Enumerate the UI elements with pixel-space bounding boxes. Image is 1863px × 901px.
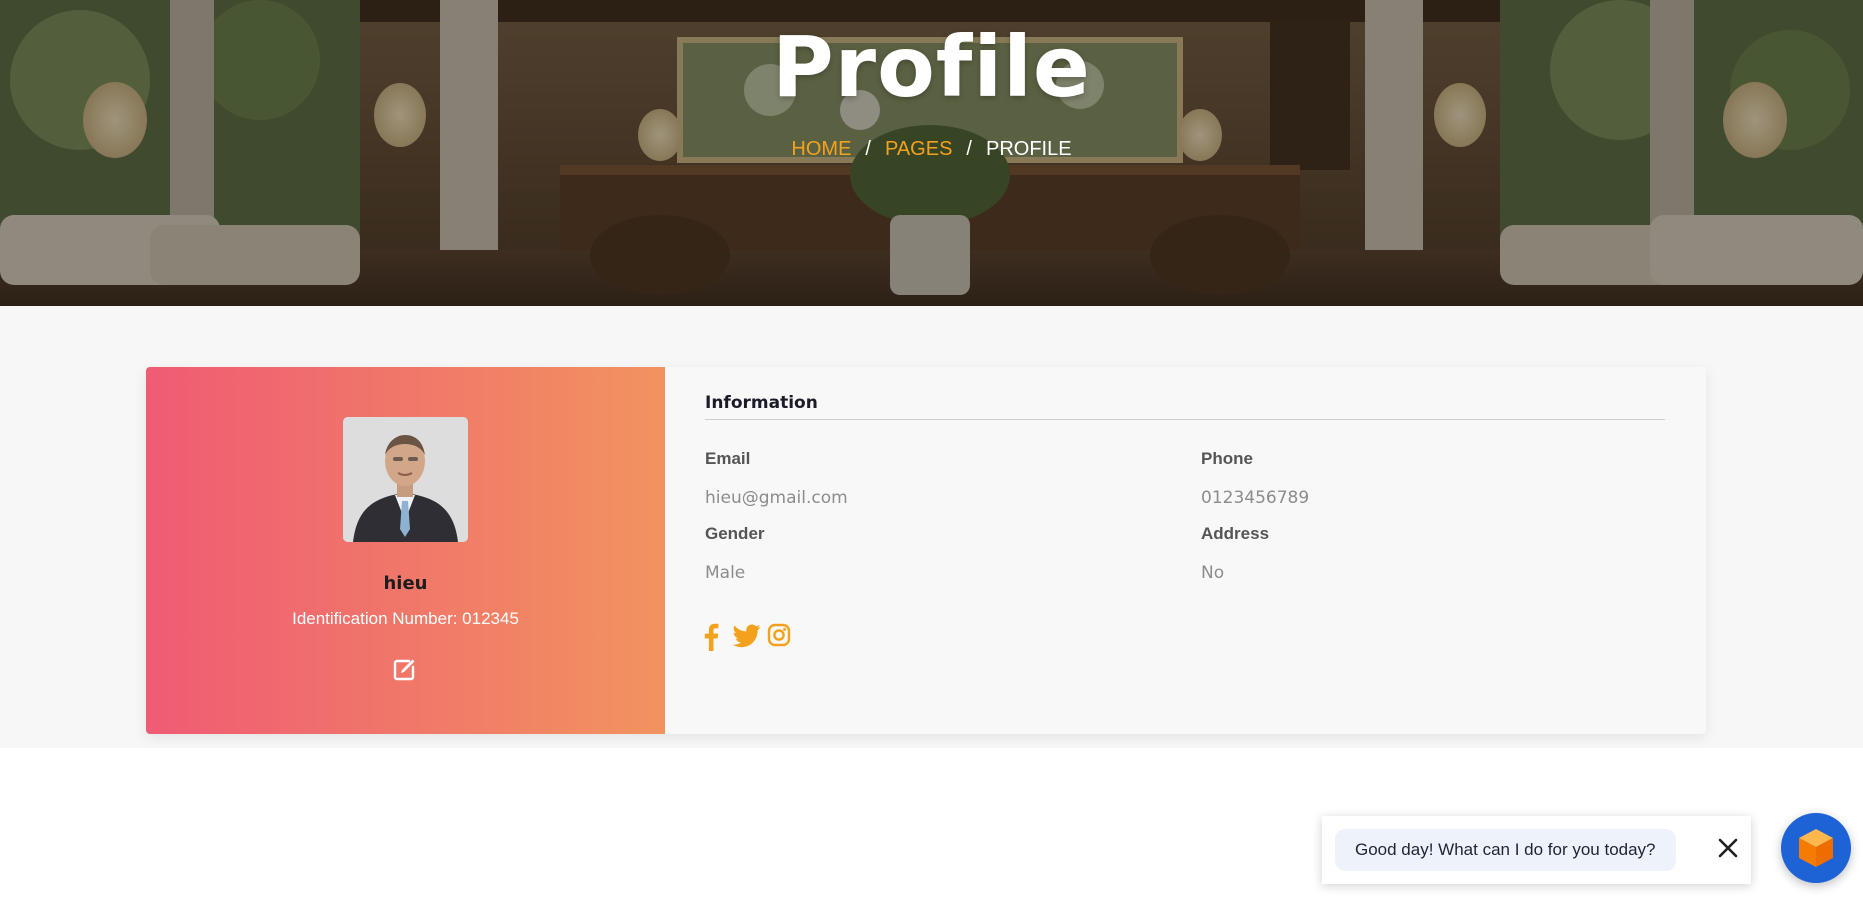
email-label: Email <box>705 449 751 468</box>
profile-summary-panel: hieu Identification Number: 012345 <box>146 367 665 734</box>
address-value: No <box>1201 563 1225 583</box>
information-heading: Information <box>705 393 818 413</box>
facebook-icon[interactable] <box>703 623 731 651</box>
page-hero: Profile HOME / PAGES / PROFILE <box>0 0 1863 306</box>
address-label: Address <box>1201 524 1270 543</box>
chat-greeting-popup: Good day! What can I do for you today? <box>1322 816 1751 884</box>
phone-value: 0123456789 <box>1201 488 1310 508</box>
twitter-icon[interactable] <box>732 623 761 651</box>
gender-value: Male <box>705 563 746 583</box>
page-title: Profile <box>772 18 1091 116</box>
close-icon[interactable] <box>1714 834 1742 862</box>
profile-identification-number: Identification Number: 012345 <box>292 609 519 628</box>
information-divider <box>705 419 1665 420</box>
email-value: hieu@gmail.com <box>705 488 848 508</box>
chat-greeting-message[interactable]: Good day! What can I do for you today? <box>1335 829 1676 871</box>
breadcrumb: HOME / PAGES / PROFILE <box>0 138 1863 161</box>
breadcrumb-separator: / <box>966 138 972 160</box>
profile-card: hieu Identification Number: 012345 Infor… <box>146 367 1706 734</box>
profile-information-panel: Information Email hieu@gmail.com Phone 0… <box>665 367 1706 734</box>
breadcrumb-pages-link[interactable]: PAGES <box>885 138 952 160</box>
gender-label: Gender <box>705 524 765 543</box>
instagram-icon[interactable] <box>767 623 795 651</box>
chat-launcher-button[interactable] <box>1781 813 1851 883</box>
cube-icon <box>1799 829 1833 867</box>
breadcrumb-home-link[interactable]: HOME <box>791 138 851 160</box>
profile-name: hieu <box>383 573 428 594</box>
avatar <box>343 417 468 542</box>
breadcrumb-separator: / <box>865 138 871 160</box>
phone-label: Phone <box>1201 449 1253 468</box>
profile-section: hieu Identification Number: 012345 Infor… <box>0 306 1863 748</box>
breadcrumb-current: PROFILE <box>985 138 1072 160</box>
edit-icon[interactable] <box>393 657 417 681</box>
